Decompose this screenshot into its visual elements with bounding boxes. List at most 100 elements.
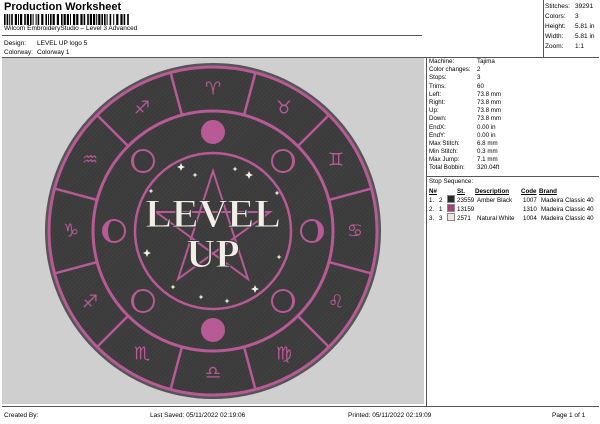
colorway-value: Colorway 1 [37,49,70,56]
thread-code: 1007 [523,197,537,204]
machine-info-row: Left: 73.8 mm [427,91,599,99]
machine-info-value: Tajima [477,58,495,65]
machine-info-label: Max Jump: [429,156,460,164]
level-text: LEVEL [145,191,281,236]
machine-info-row: Machine: Tajima [427,58,599,66]
machine-info-row: Max Stitch: 6.8 mm [427,140,599,148]
stop-order: 2. [429,206,435,213]
machine-info-panel: Machine: Tajima Color changes: 2 Stops: 3 Trim… [427,58,599,404]
zodiac-sign: ♐ [134,98,150,119]
design-name: LEVEL UP logo 5 [37,40,88,47]
stat-value: 3 [575,13,579,20]
machine-info-row: Min Stitch: 0.3 mm [427,148,599,156]
machine-info-row: Down: 73.8 mm [427,115,599,123]
last-saved: Last Saved: 05/11/2022 02:19:06 [150,412,246,419]
printed-date: Printed: 05/11/2022 02:19:09 [348,412,432,419]
machine-info-value: 0.00 in [477,123,496,131]
zodiac-sign: ♊ [328,150,344,171]
machine-info-value: 60 [477,82,484,90]
machine-info-label: Down: [429,115,447,123]
needle-number: 3 [439,215,443,222]
moon-phase [201,120,225,144]
zodiac-sign: ♐ [82,292,98,313]
thread-code: 1004 [523,215,537,222]
stitch-count: 2571 [457,215,471,222]
zodiac-sign: ♌ [328,292,344,313]
colorway-label: Colorway: [4,49,33,56]
thread-brand: Madeira Classic 40 [541,197,594,204]
machine-info-row: Up: 73.8 mm [427,107,599,115]
machine-info-row: Trims: 60 [427,83,599,91]
stat-row: Height: 5.81 in [545,22,599,32]
machine-info-value: 73.8 mm [477,90,502,98]
machine-info-label: Up: [429,107,439,115]
stat-label: Stitches: [545,3,570,10]
machine-info-row: Max Jump: 7.1 mm [427,156,599,164]
machine-info-label: Total Bobbin: [429,164,465,172]
stat-row: Width: 5.81 in [545,32,599,42]
thread-description: Natural White [477,215,515,222]
machine-info-row: Right: 73.8 mm [427,99,599,107]
machine-info-value: 320.04ft [477,164,500,172]
stat-row: Colors: 3 [545,12,599,22]
machine-info-row: Total Bobbin: 320.04ft [427,164,599,172]
machine-info-label: Machine: [429,58,455,65]
thread-brand: Madeira Classic 40 [541,206,594,213]
stat-label: Width: [545,33,564,40]
stop-sequence-row: 3. 3 2571 Natural White 1004 Madeira Classic … [427,213,599,223]
thread-code: 1310 [523,206,537,213]
color-swatch [447,213,455,221]
stitch-count: 23559 [457,197,475,204]
zodiac-sign: ♑ [63,221,79,242]
stop-order: 1. [429,197,435,204]
machine-info-value: 73.8 mm [477,107,502,115]
stat-label: Zoom: [545,43,564,50]
stat-label: Height: [545,23,566,30]
color-swatch [447,204,455,212]
design-label: Design: [4,40,27,47]
embroidery-design: ♐ ♈ ♉ ♊ ♋ ♌ ♍ ♎ ♏ ♐ ♑ ♒ LEVEL UP [45,63,381,399]
zodiac-sign: ♋ [347,221,363,242]
color-swatch [447,195,455,203]
machine-info-label: Min Stitch: [429,148,458,156]
thread-brand: Madeira Classic 40 [541,215,594,222]
thread-description: Amber Black [477,197,513,204]
machine-info-value: 2 [477,66,481,74]
created-by: Created By: [4,412,39,419]
machine-info-value: 0.00 in [477,131,496,139]
machine-info-label: Right: [429,98,446,106]
moon-phase [201,318,225,342]
zodiac-sign: ♒ [82,150,98,171]
needle-number: 1 [439,206,443,213]
stitch-count: 13159 [457,206,475,213]
machine-info-label: Stops: [429,74,447,82]
machine-info-value: 73.8 mm [477,115,502,123]
software-label: Wilcom EmbroideryStudio – Level 3 Advanc… [4,25,138,32]
zodiac-sign: ♏ [134,343,150,364]
stop-sequence-title: Stop Sequence: [429,178,474,185]
needle-number: 2 [439,197,443,204]
stat-value: 1:1 [575,43,585,50]
machine-info-value: 0.3 mm [477,148,498,156]
machine-info-label: EndY: [429,131,446,139]
stat-value: 5.81 in [575,33,595,40]
machine-info-label: Color changes: [429,66,471,74]
zodiac-sign: ♉ [276,98,292,119]
machine-info-value: 3 [477,74,481,82]
stat-label: Colors: [545,13,566,20]
machine-info-row: Color changes: 2 [427,66,599,74]
machine-info-value: 73.8 mm [477,98,502,106]
up-text: UP [186,231,239,276]
machine-info-label: Max Stitch: [429,139,460,147]
design-preview: ♐ ♈ ♉ ♊ ♋ ♌ ♍ ♎ ♏ ♐ ♑ ♒ LEVEL UP [2,58,424,404]
page-title: Production Worksheet [4,1,122,13]
machine-info-value: 7.1 mm [477,156,498,164]
machine-info-label: Trims: [429,82,446,90]
machine-info-row: EndY: 0.00 in [427,132,599,140]
stat-value: 39291 [575,3,594,10]
zodiac-sign: ♎ [205,363,221,384]
stop-order: 3. [429,215,435,222]
stat-value: 5.81 in [575,23,595,30]
zodiac-sign: ♈ [205,79,221,100]
machine-info-row: Stops: 3 [427,74,599,82]
